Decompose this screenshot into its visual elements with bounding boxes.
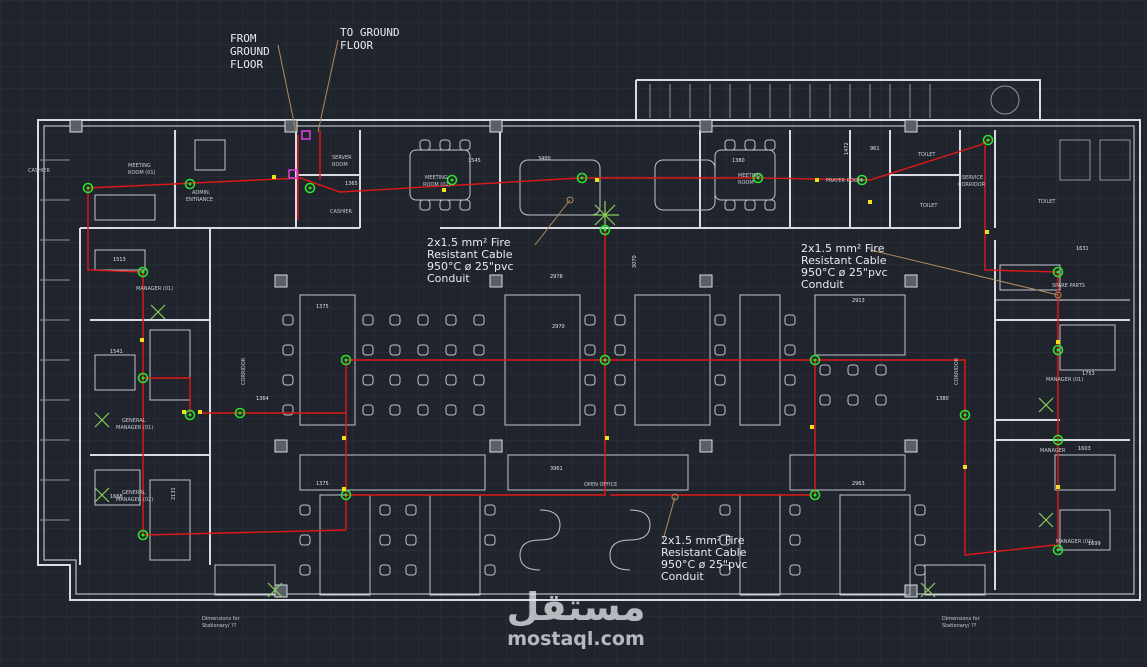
dim-text: 2978 (550, 274, 563, 280)
room-label-manager-r1: MANAGER (01) (1046, 377, 1083, 383)
watermark-latin: mostaql.com (507, 628, 645, 650)
dim-text: 1753 (1082, 371, 1095, 377)
dim-text: 961 (870, 146, 880, 152)
to-ground-line-1: FLOOR (340, 39, 373, 52)
cable-note-1-line-3: Conduit (427, 272, 470, 285)
room-label-meeting-1a: MEETING (128, 163, 151, 169)
dims-note-right-a: Dimensions for (942, 616, 981, 622)
watermark-arabic: مستقل (507, 585, 646, 629)
dim-text: 1364 (256, 396, 269, 402)
cable-note-3-line-3: Conduit (661, 570, 704, 583)
dims-note-right-b: Stationary/ ?? (942, 623, 977, 629)
room-label-spare-parts: SPARE PARTS (1052, 283, 1085, 289)
room-label-toilet-1: TOILET (917, 152, 936, 158)
room-label-server-a: SERVER (332, 155, 352, 161)
from-ground-line-0: FROM (230, 32, 257, 45)
dim-text: 1513 (113, 257, 126, 263)
dim-text: 2131 (171, 487, 177, 500)
dims-note-left-a: Dimensions for (202, 616, 241, 622)
cad-drawing: FROM GROUND FLOOR TO GROUND FLOOR 2x1.5 … (0, 0, 1147, 663)
room-label-manager-r2: MANAGER (1040, 448, 1066, 454)
dim-text: 3070 (632, 255, 638, 268)
dim-text: 3961 (550, 466, 563, 472)
room-label-service-a: SERVICE (962, 175, 983, 181)
dim-text: 1631 (1076, 246, 1089, 252)
room-label-server-b: ROOM (332, 162, 348, 168)
dim-text: 3400 (538, 156, 551, 162)
room-label-meeting-3b: ROOM (738, 180, 754, 186)
cable-note-2-line-3: Conduit (801, 278, 844, 291)
dim-text: 1541 (110, 349, 123, 355)
dim-text: 1365 (345, 181, 358, 187)
room-label-toilet-3: TOILET (1037, 199, 1056, 205)
dim-text: 2963 (852, 481, 865, 487)
room-label-service-b: CORRIDOR (958, 182, 986, 188)
room-label-gm-1a: GENERAL (122, 418, 146, 424)
dim-text: 1603 (1078, 446, 1091, 452)
room-label-cashier: CASHIER (330, 209, 352, 215)
dim-text: 1380 (936, 396, 949, 402)
watermark: مستقل mostaql.com (507, 585, 646, 650)
dim-text: 2913 (852, 298, 865, 304)
dims-note-left-b: Stationary/ ?? (202, 623, 237, 629)
dim-text: 1668 (110, 494, 123, 500)
room-label-admin-a: ADMIN. (192, 190, 211, 196)
dim-text: 1699 (1088, 541, 1101, 547)
floor-plan: FROM GROUND FLOOR TO GROUND FLOOR 2x1.5 … (0, 0, 1147, 663)
room-label-meeting-2a: MEETING (425, 175, 448, 181)
dim-text: 1375 (316, 304, 329, 310)
grid (0, 0, 1147, 663)
room-label-toilet-2: TOILET (919, 203, 938, 209)
room-label-prayer: PRAYER ROOM (826, 178, 862, 184)
room-label-gm-2a: GENERAL (122, 490, 146, 496)
from-ground-line-2: FLOOR (230, 58, 263, 71)
dim-text: 1375 (316, 481, 329, 487)
from-ground-line-1: GROUND (230, 45, 270, 58)
dim-text: 1380 (732, 158, 745, 164)
room-label-meeting-3a: MEETING (738, 173, 761, 179)
room-label-open-office: OPEN OFFICE (584, 482, 617, 488)
dim-text: 1472 (844, 142, 850, 155)
room-label-cashier-left: CASHIER (28, 168, 50, 174)
room-label-meeting-2b: ROOM (02) (423, 182, 451, 188)
room-label-corridor-left: CORRIDOR (241, 357, 247, 385)
room-label-admin-b: ENTRANCE (186, 197, 213, 203)
to-ground-line-0: TO GROUND (340, 26, 400, 39)
room-label-corridor-right: CORRIDOR (954, 357, 960, 385)
dim-text: 2970 (552, 324, 565, 330)
room-label-manager-01: MANAGER (01) (136, 286, 173, 292)
room-label-meeting-1b: ROOM (01) (128, 170, 156, 176)
dim-text: 1545 (468, 158, 481, 164)
room-label-gm-1b: MANAGER (01) (116, 425, 153, 431)
